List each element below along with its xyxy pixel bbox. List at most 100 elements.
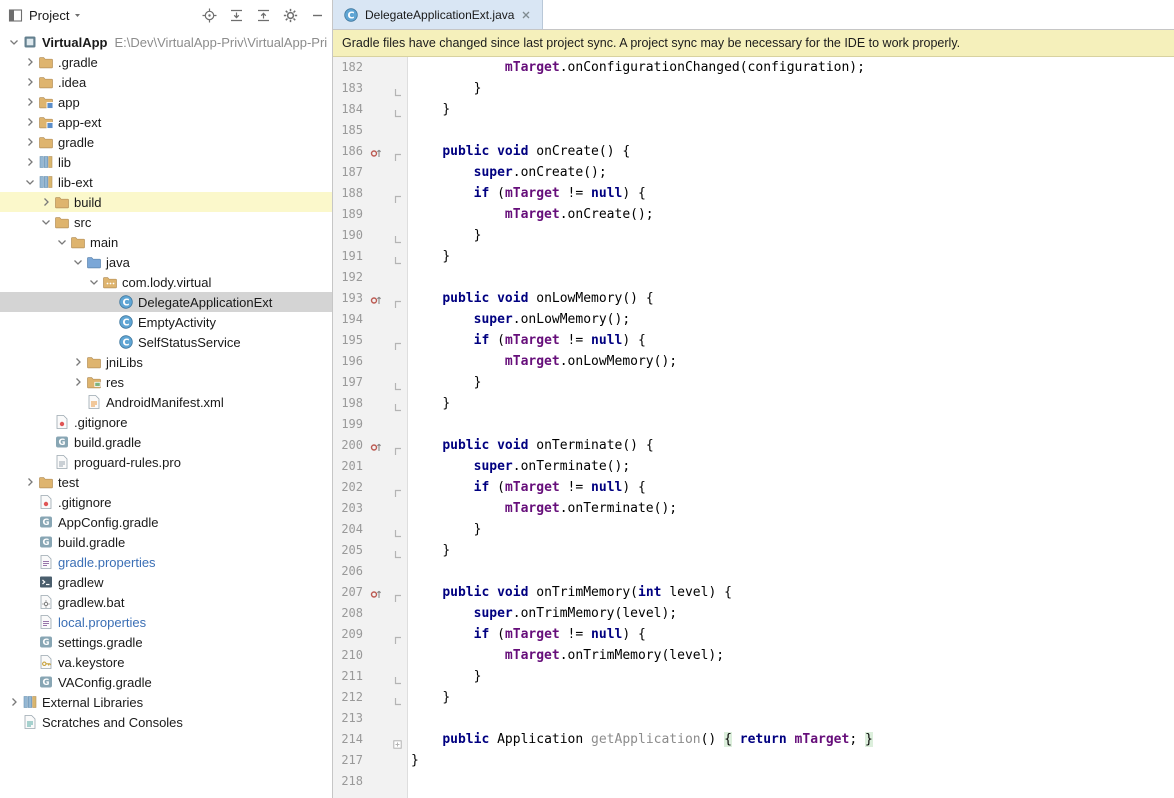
chevron-right-icon[interactable] xyxy=(22,55,37,69)
tree-item-gitignore[interactable]: .gitignore xyxy=(0,412,332,432)
chevron-down-icon[interactable] xyxy=(54,235,69,249)
fold-marker-icon[interactable] xyxy=(393,147,402,156)
fold-marker-icon[interactable] xyxy=(393,483,402,492)
collapse-all-icon[interactable] xyxy=(255,7,271,23)
tree-item-main[interactable]: main xyxy=(0,232,332,252)
tree-item-label: gradle.properties xyxy=(58,555,156,570)
fold-marker-icon[interactable] xyxy=(393,588,402,597)
code-text: } xyxy=(407,99,450,120)
fold-marker-icon[interactable] xyxy=(393,546,402,555)
chevron-right-icon[interactable] xyxy=(22,135,37,149)
chevron-down-icon[interactable] xyxy=(86,275,101,289)
tree-item-gradlew-bat[interactable]: gradlew.bat xyxy=(0,592,332,612)
chevron-spacer xyxy=(22,495,37,509)
tree-item-gradle-properties[interactable]: gradle.properties xyxy=(0,552,332,572)
chevron-right-icon[interactable] xyxy=(22,95,37,109)
chevron-right-icon[interactable] xyxy=(22,155,37,169)
tree-item-label: VAConfig.gradle xyxy=(58,675,152,690)
chevron-down-icon[interactable] xyxy=(22,175,37,189)
code-text: mTarget.onConfigurationChanged(configura… xyxy=(407,57,865,78)
tree-item-gradlew[interactable]: gradlew xyxy=(0,572,332,592)
fold-marker-icon[interactable] xyxy=(393,672,402,681)
fold-marker-icon[interactable] xyxy=(393,189,402,198)
tree-item-vaconfig-gradle[interactable]: GVAConfig.gradle xyxy=(0,672,332,692)
tab-delegateapplicationext-java[interactable]: C DelegateApplicationExt.java xyxy=(333,0,543,29)
code-text: } xyxy=(407,225,481,246)
gutter xyxy=(367,519,407,540)
chevron-right-icon[interactable] xyxy=(22,75,37,89)
fold-marker-icon[interactable] xyxy=(393,378,402,387)
fold-marker-icon[interactable] xyxy=(393,231,402,240)
fold-marker-icon[interactable] xyxy=(393,525,402,534)
tree-item-lib-ext[interactable]: lib-ext xyxy=(0,172,332,192)
override-method-icon[interactable] xyxy=(370,439,382,451)
fold-marker-icon[interactable] xyxy=(393,84,402,93)
chevron-right-icon[interactable] xyxy=(70,375,85,389)
tree-item-build-gradle[interactable]: Gbuild.gradle xyxy=(0,432,332,452)
tree-item-label: jniLibs xyxy=(106,355,143,370)
tree-item-settings-gradle[interactable]: Gsettings.gradle xyxy=(0,632,332,652)
chevron-right-icon[interactable] xyxy=(6,695,21,709)
chevron-right-icon[interactable] xyxy=(38,195,53,209)
chevron-right-icon[interactable] xyxy=(22,475,37,489)
chevron-right-icon[interactable] xyxy=(70,355,85,369)
fold-marker-icon[interactable] xyxy=(393,630,402,639)
line-number: 199 xyxy=(333,414,367,435)
tree-item-external-libraries[interactable]: External Libraries xyxy=(0,692,332,712)
tree-item-proguard-rules-pro[interactable]: proguard-rules.pro xyxy=(0,452,332,472)
tree-item-va-keystore[interactable]: va.keystore xyxy=(0,652,332,672)
tree-item-com-lody-virtual[interactable]: com.lody.virtual xyxy=(0,272,332,292)
folded-region-icon[interactable] xyxy=(393,735,402,744)
tree-item-androidmanifest-xml[interactable]: AndroidManifest.xml xyxy=(0,392,332,412)
tree-item-scratches-and-consoles[interactable]: Scratches and Consoles xyxy=(0,712,332,732)
fold-marker-icon[interactable] xyxy=(393,399,402,408)
tree-item-appconfig-gradle[interactable]: GAppConfig.gradle xyxy=(0,512,332,532)
tree-item-build-gradle[interactable]: Gbuild.gradle xyxy=(0,532,332,552)
settings-icon[interactable] xyxy=(282,7,298,23)
tree-item-selfstatusservice[interactable]: CSelfStatusService xyxy=(0,332,332,352)
project-panel-header: Project xyxy=(0,0,332,30)
chevron-down-icon[interactable] xyxy=(38,215,53,229)
fold-marker-icon[interactable] xyxy=(393,105,402,114)
tree-item-emptyactivity[interactable]: CEmptyActivity xyxy=(0,312,332,332)
code-line-201: 201 super.onTerminate(); xyxy=(333,456,1174,477)
fold-marker-icon[interactable] xyxy=(393,252,402,261)
override-method-icon[interactable] xyxy=(370,292,382,304)
code-text: super.onTrimMemory(level); xyxy=(407,603,677,624)
select-opened-file-icon[interactable] xyxy=(201,7,217,23)
close-icon[interactable] xyxy=(520,9,532,21)
tree-item-app[interactable]: app xyxy=(0,92,332,112)
chevron-right-icon[interactable] xyxy=(22,115,37,129)
tree-item-java[interactable]: java xyxy=(0,252,332,272)
code-editor[interactable]: 182 mTarget.onConfigurationChanged(confi… xyxy=(333,57,1174,798)
tree-item-local-properties[interactable]: local.properties xyxy=(0,612,332,632)
tree-item-app-ext[interactable]: app-ext xyxy=(0,112,332,132)
chevron-down-icon[interactable] xyxy=(6,35,21,49)
tree-item-idea[interactable]: .idea xyxy=(0,72,332,92)
tree-item-gitignore[interactable]: .gitignore xyxy=(0,492,332,512)
tree-item-build[interactable]: build xyxy=(0,192,332,212)
tree-item-gradle[interactable]: .gradle xyxy=(0,52,332,72)
tree-item-gradle[interactable]: gradle xyxy=(0,132,332,152)
tree-item-lib[interactable]: lib xyxy=(0,152,332,172)
code-line-193: 193 public void onLowMemory() { xyxy=(333,288,1174,309)
tree-item-src[interactable]: src xyxy=(0,212,332,232)
tree-item-delegateapplicationext[interactable]: CDelegateApplicationExt xyxy=(0,292,332,312)
hide-icon[interactable] xyxy=(309,7,325,23)
code-line-214: 214 public Application getApplication() … xyxy=(333,729,1174,750)
project-view-selector[interactable]: Project xyxy=(29,8,82,23)
fold-marker-icon[interactable] xyxy=(393,693,402,702)
tree-item-jnilibs[interactable]: jniLibs xyxy=(0,352,332,372)
expand-all-icon[interactable] xyxy=(228,7,244,23)
tree-item-res[interactable]: res xyxy=(0,372,332,392)
project-tree[interactable]: VirtualAppE:\Dev\VirtualApp-Priv\Virtual… xyxy=(0,30,332,798)
tree-item-virtualapp[interactable]: VirtualAppE:\Dev\VirtualApp-Priv\Virtual… xyxy=(0,32,332,52)
override-method-icon[interactable] xyxy=(370,145,382,157)
override-method-icon[interactable] xyxy=(370,586,382,598)
fold-marker-icon[interactable] xyxy=(393,294,402,303)
tree-item-test[interactable]: test xyxy=(0,472,332,492)
svg-text:C: C xyxy=(122,317,129,328)
fold-marker-icon[interactable] xyxy=(393,336,402,345)
chevron-down-icon[interactable] xyxy=(70,255,85,269)
fold-marker-icon[interactable] xyxy=(393,441,402,450)
